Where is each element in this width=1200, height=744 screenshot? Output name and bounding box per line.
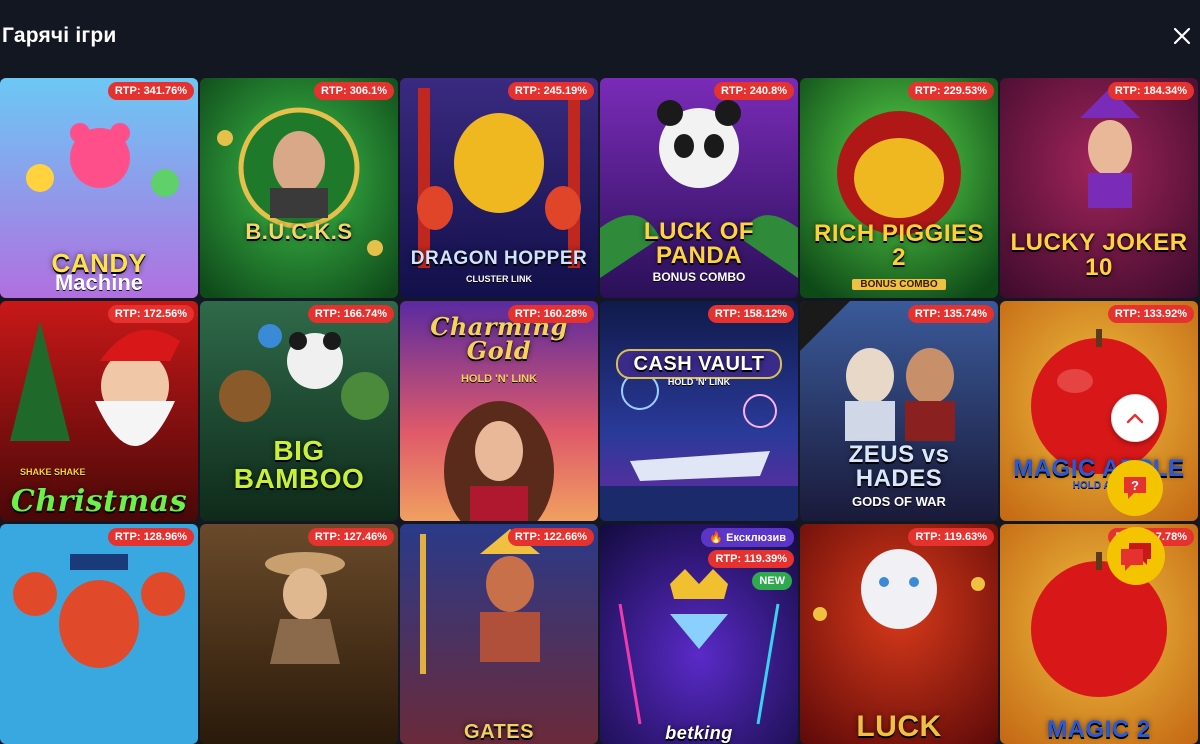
game-subtitle: Machine [54,270,144,295]
rtp-badge: RTP: 119.63% [908,528,994,546]
game-subtitle: HOLD 'N' LINK [667,377,731,387]
game-subtitle: SHAKE SHAKE [20,467,86,477]
rtp-badge: RTP: 306.1% [313,82,394,100]
rtp-badge: RTP: 229.53% [907,82,994,100]
rtp-badge: RTP: 245.19% [507,82,594,100]
game-title: ZEUS vs HADES [848,441,950,492]
game-title: MAGIC 2 [1047,716,1151,743]
game-title: Christmas [10,484,188,519]
rtp-badge: RTP: 128.96% [107,528,194,546]
exclusive-label: Ексклюзив [726,532,786,544]
game-art [600,301,798,521]
game-title: MAGIC APPLE [1013,455,1185,482]
game-tile-zeus-vs-hades[interactable]: ZEUS vs HADES GODS OF WAR RTP: 135.74% [800,301,998,521]
game-tile-cowgirl[interactable]: RTP: 127.46% [200,524,398,744]
rtp-badge: RTP: 122.66% [507,528,594,546]
rtp-badge: RTP: 341.76% [107,82,194,100]
game-tile-rich-piggies-2[interactable]: RICH PIGGIES 2 BONUS COMBO RTP: 229.53% [800,78,998,298]
game-tile-lucky-joker-10[interactable]: LUCKY JOKER 10 RTP: 184.34% [1000,78,1198,298]
game-tile-lobster[interactable]: RTP: 128.96% [0,524,198,744]
rtp-badge: RTP: 240.8% [713,82,794,100]
game-tile-magic-apple-2[interactable]: MAGIC 2 RTP: 117.78% [1000,524,1198,744]
game-title: LUCK [856,710,942,743]
game-tile-magic-apple[interactable]: MAGIC APPLE HOLD AND RTP: 133.92% [1000,301,1198,521]
game-tile-cash-vault[interactable]: CASH VAULT HOLD 'N' LINK RTP: 158.12% [600,301,798,521]
rtp-badge: RTP: 158.12% [707,305,794,323]
game-title: CASH VAULT [616,349,782,379]
game-tile-dragon-hopper[interactable]: DRAGON HOPPER CLUSTER LINK RTP: 245.19% [400,78,598,298]
svg-text:?: ? [1131,478,1139,493]
chevron-up-icon [1126,413,1144,424]
game-art [400,524,598,744]
game-art [0,524,198,744]
rtp-badge: RTP: 166.74% [307,305,394,323]
chat-bubble-icon [1121,543,1151,571]
game-subtitle: BONUS COMBO [852,279,946,290]
scroll-to-top-button[interactable] [1111,394,1159,442]
game-tile-luck-tiger[interactable]: LUCK RTP: 119.63% [800,524,998,744]
new-badge: NEW [752,572,792,590]
game-tile-bucks[interactable]: B.U.C.K.S RTP: 306.1% [200,78,398,298]
game-tile-charming-gold[interactable]: Charming Gold HOLD 'N' LINK RTP: 160.28% [400,301,598,521]
flame-icon: 🔥 [709,532,724,544]
close-button[interactable] [1168,22,1196,50]
modal-header: Гарячі ігри [0,0,1200,76]
rtp-badge: RTP: 133.92% [1107,305,1194,323]
game-subtitle: HOLD AND [1072,480,1126,491]
game-art [200,524,398,744]
game-tile-big-bamboo[interactable]: BIG BAMBOO RTP: 166.74% [200,301,398,521]
game-art [200,78,398,298]
game-title: betking [665,723,733,743]
help-chat-icon: ? [1124,477,1146,499]
game-tile-candy-machine[interactable]: CANDY Machine RTP: 341.76% [0,78,198,298]
game-tile-betking[interactable]: betking 🔥 Ексклюзив RTP: 119.39% NEW [600,524,798,744]
rtp-badge: RTP: 135.74% [907,305,994,323]
game-title: GATES [464,721,534,743]
rtp-badge: RTP: 127.46% [307,528,394,546]
game-art [800,524,998,744]
games-grid: CANDY Machine RTP: 341.76% B.U.C.K.S RTP… [0,78,1200,744]
live-chat-button[interactable] [1107,527,1165,585]
game-subtitle: HOLD 'N' LINK [460,373,538,385]
game-title: BIG BAMBOO [233,435,365,494]
page-title: Гарячі ігри [2,24,117,47]
game-subtitle: GODS OF WAR [852,494,946,509]
game-title: LUCK OF PANDA [643,218,755,269]
game-art [1000,524,1198,744]
close-icon [1173,27,1191,45]
game-title: B.U.C.K.S [245,219,353,244]
game-subtitle: CLUSTER LINK [466,274,532,284]
game-subtitle: BONUS COMBO [652,270,746,284]
game-title: LUCKY JOKER 10 [1010,228,1188,281]
exclusive-badge: 🔥 Ексклюзив [701,528,794,547]
game-tile-luck-of-panda[interactable]: LUCK OF PANDA BONUS COMBO RTP: 240.8% [600,78,798,298]
rtp-badge: RTP: 172.56% [107,305,194,323]
game-title: RICH PIGGIES 2 [813,220,985,271]
game-title: DRAGON HOPPER [410,248,588,269]
rtp-badge: RTP: 119.39% [708,550,794,568]
game-tile-shake-shake-christmas[interactable]: SHAKE SHAKE Christmas RTP: 172.56% [0,301,198,521]
rtp-badge: RTP: 160.28% [507,305,594,323]
rtp-badge: RTP: 184.34% [1107,82,1194,100]
game-tile-gates[interactable]: GATES RTP: 122.66% [400,524,598,744]
help-button[interactable]: ? [1107,460,1163,516]
